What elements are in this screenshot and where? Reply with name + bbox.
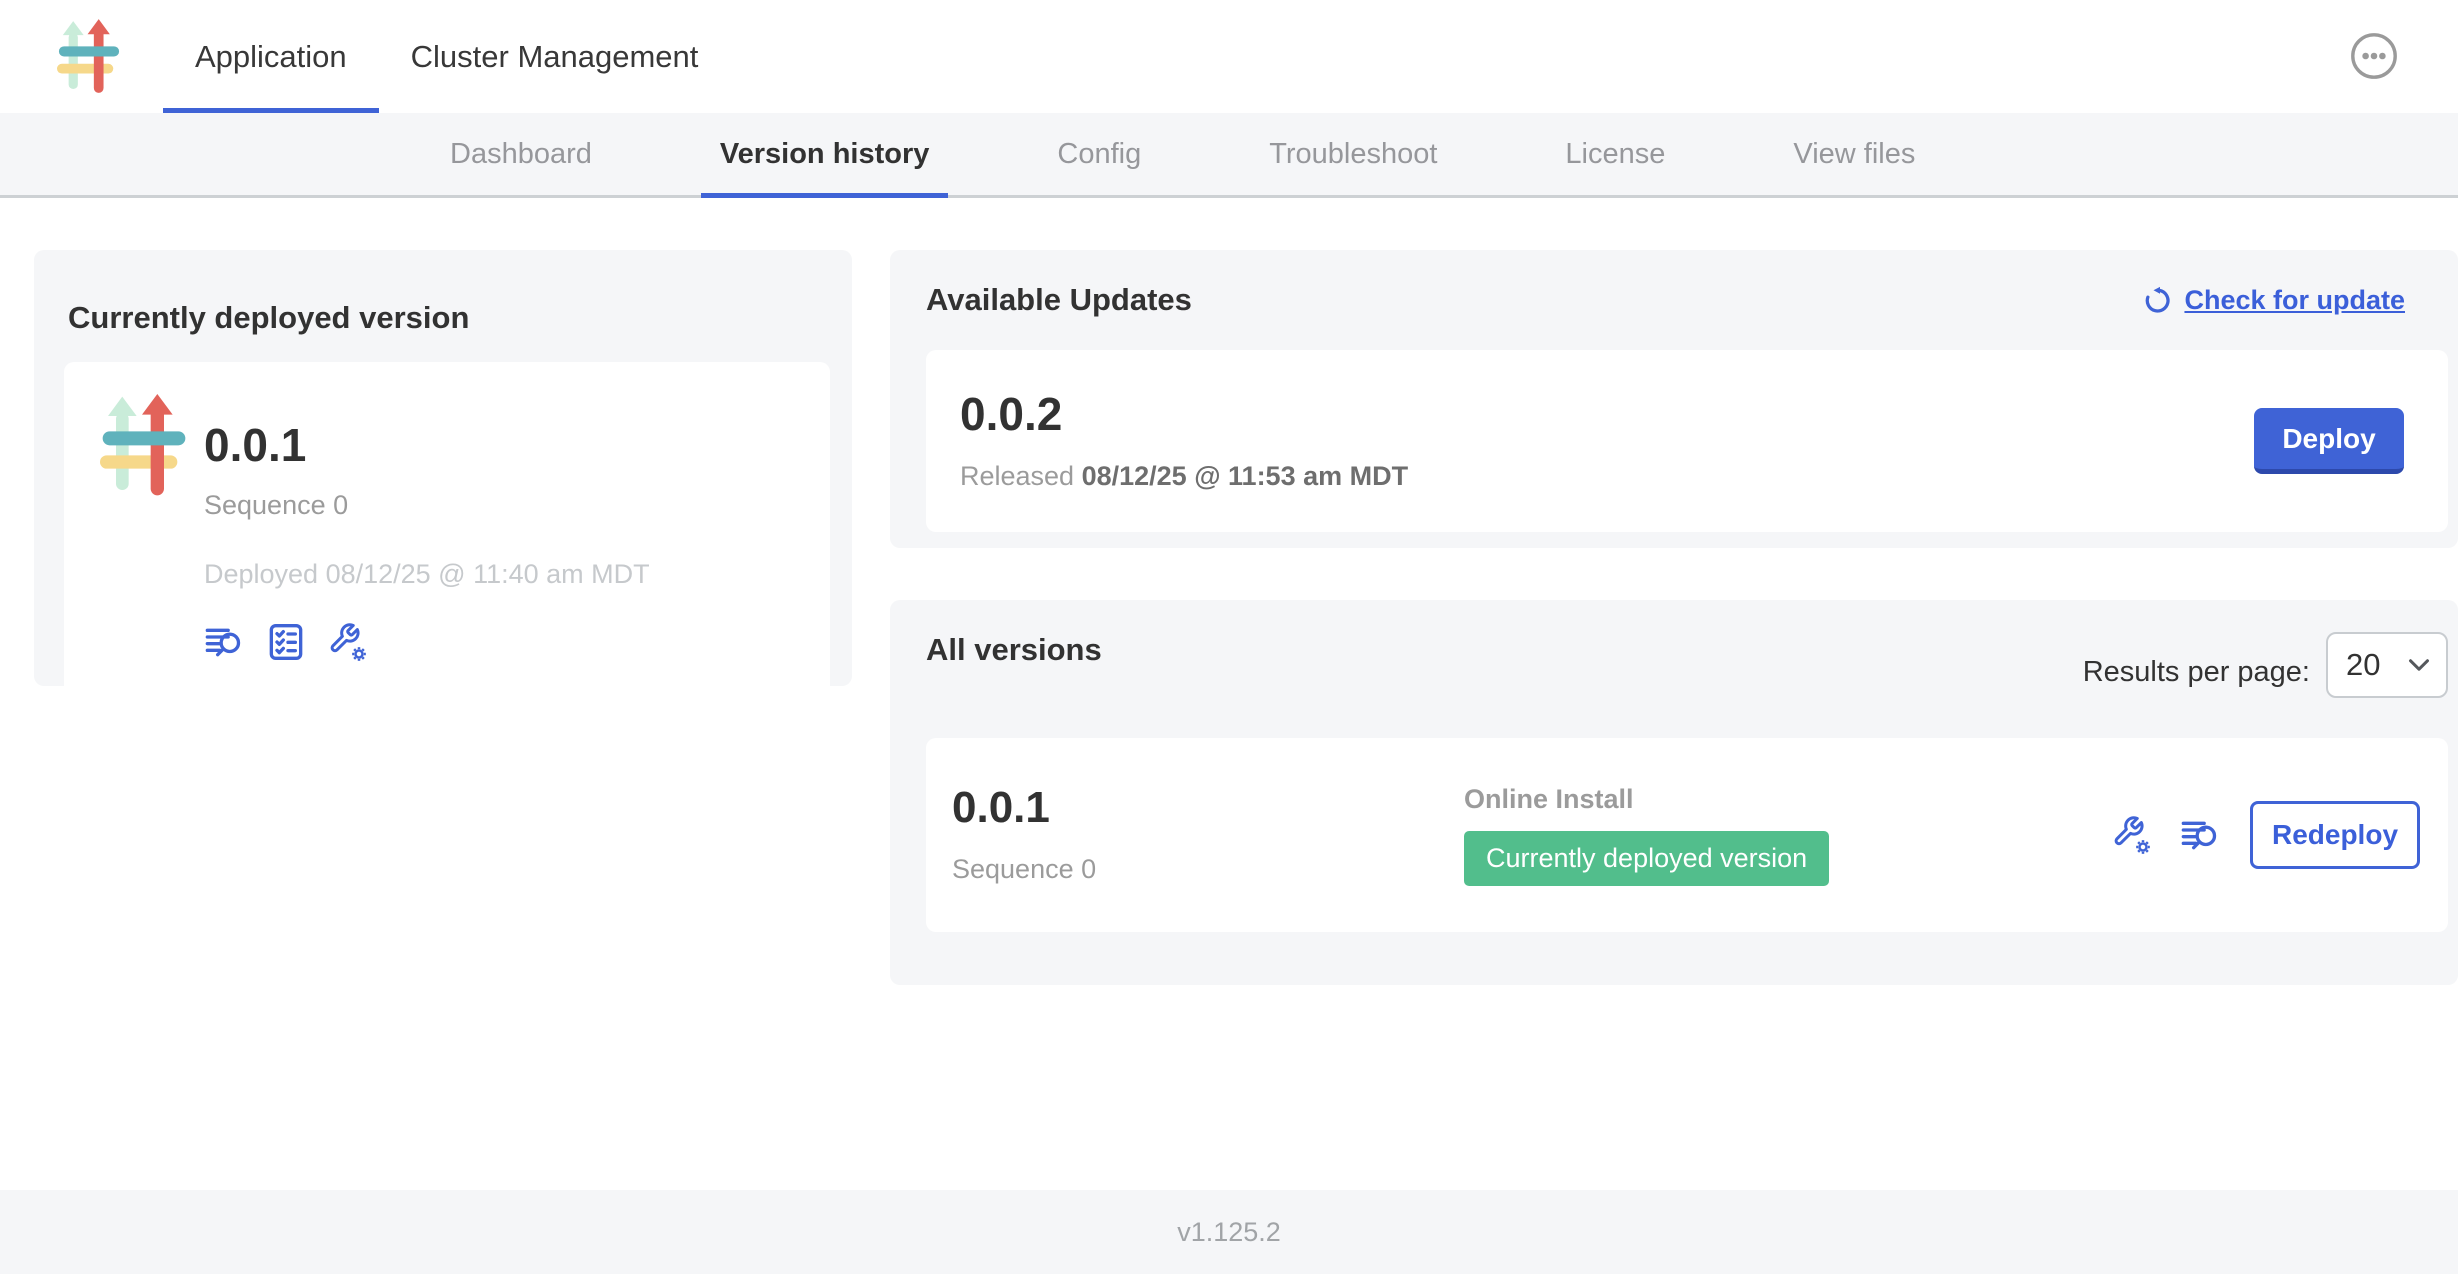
release-notes-icon[interactable] — [2180, 815, 2220, 855]
deploy-button[interactable]: Deploy — [2254, 408, 2404, 474]
all-versions-title: All versions — [926, 632, 1102, 668]
currently-deployed-title: Currently deployed version — [68, 300, 830, 336]
released-timestamp: 08/12/25 @ 11:53 am MDT — [1082, 461, 1409, 491]
tab-config-label: Config — [1057, 138, 1141, 171]
page-footer: v1.125.2 — [0, 1190, 2458, 1274]
tab-license[interactable]: License — [1546, 113, 1684, 195]
currently-deployed-card: Currently deployed version 0.0.1 Sequenc… — [34, 250, 852, 686]
released-label: Released — [960, 461, 1074, 491]
overflow-menu-button[interactable] — [2350, 32, 2398, 80]
config-icon[interactable] — [328, 622, 368, 662]
tab-application-label: Application — [195, 39, 347, 75]
top-navbar: Application Cluster Management — [0, 0, 2458, 113]
app-logo-arrows-icon — [98, 394, 190, 498]
version-row-actions — [2112, 815, 2220, 855]
chevron-down-icon — [2408, 658, 2430, 672]
preflight-checks-icon[interactable] — [266, 622, 306, 662]
tab-troubleshoot[interactable]: Troubleshoot — [1250, 113, 1456, 195]
all-versions-card: All versions Results per page: 20 0.0.1 … — [890, 600, 2458, 985]
update-version-number: 0.0.2 — [960, 391, 1408, 437]
currently-deployed-badge: Currently deployed version — [1464, 831, 1829, 886]
row-sequence: Sequence 0 — [952, 854, 1464, 885]
available-updates-card: Available Updates Check for update 0.0.2… — [890, 250, 2458, 548]
available-update-row: 0.0.2 Released 08/12/25 @ 11:53 am MDT D… — [926, 350, 2448, 532]
tab-version-history-label: Version history — [720, 138, 930, 171]
version-row: 0.0.1 Sequence 0 Online Install Currentl… — [926, 738, 2448, 932]
check-for-update-link[interactable]: Check for update — [2142, 285, 2405, 316]
results-per-page-label: Results per page: — [2083, 656, 2310, 689]
tab-config[interactable]: Config — [1038, 113, 1160, 195]
tab-view-files-label: View files — [1793, 138, 1915, 171]
tab-dashboard-label: Dashboard — [450, 138, 592, 171]
tab-dashboard[interactable]: Dashboard — [431, 113, 611, 195]
row-install-type: Online Install — [1464, 784, 1829, 815]
app-logo — [98, 394, 190, 698]
tab-application[interactable]: Application — [163, 0, 379, 113]
deployed-sequence: Sequence 0 — [204, 490, 650, 521]
refresh-icon — [2142, 285, 2172, 315]
app-logo — [57, 0, 123, 113]
app-logo-arrows-icon — [57, 19, 121, 95]
currently-deployed-detail: 0.0.1 Sequence 0 Deployed 08/12/25 @ 11:… — [64, 362, 830, 698]
deployed-version-actions — [204, 622, 650, 662]
results-per-page-select[interactable]: 20 — [2326, 632, 2448, 698]
available-updates-title: Available Updates — [926, 282, 1192, 318]
check-for-update-label: Check for update — [2184, 285, 2405, 316]
tab-version-history[interactable]: Version history — [701, 113, 949, 195]
app-subnav: Dashboard Version history Config Trouble… — [0, 113, 2458, 198]
tab-cluster-management-label: Cluster Management — [411, 39, 699, 75]
main-content: Currently deployed version 0.0.1 Sequenc… — [0, 198, 2458, 1190]
tab-troubleshoot-label: Troubleshoot — [1269, 138, 1437, 171]
row-version-number: 0.0.1 — [952, 786, 1464, 830]
release-notes-icon[interactable] — [204, 622, 244, 662]
results-per-page-value: 20 — [2346, 647, 2380, 683]
redeploy-button[interactable]: Redeploy — [2250, 801, 2420, 869]
ellipsis-menu-icon — [2350, 32, 2398, 80]
config-icon[interactable] — [2112, 815, 2152, 855]
deployed-timestamp: Deployed 08/12/25 @ 11:40 am MDT — [204, 559, 650, 590]
update-released-line: Released 08/12/25 @ 11:53 am MDT — [960, 461, 1408, 492]
tab-view-files[interactable]: View files — [1774, 113, 1934, 195]
tab-cluster-management[interactable]: Cluster Management — [379, 0, 731, 113]
console-version: v1.125.2 — [1177, 1217, 1281, 1248]
top-nav-tabs: Application Cluster Management — [163, 0, 730, 113]
tab-license-label: License — [1565, 138, 1665, 171]
deployed-version-number: 0.0.1 — [204, 422, 650, 468]
